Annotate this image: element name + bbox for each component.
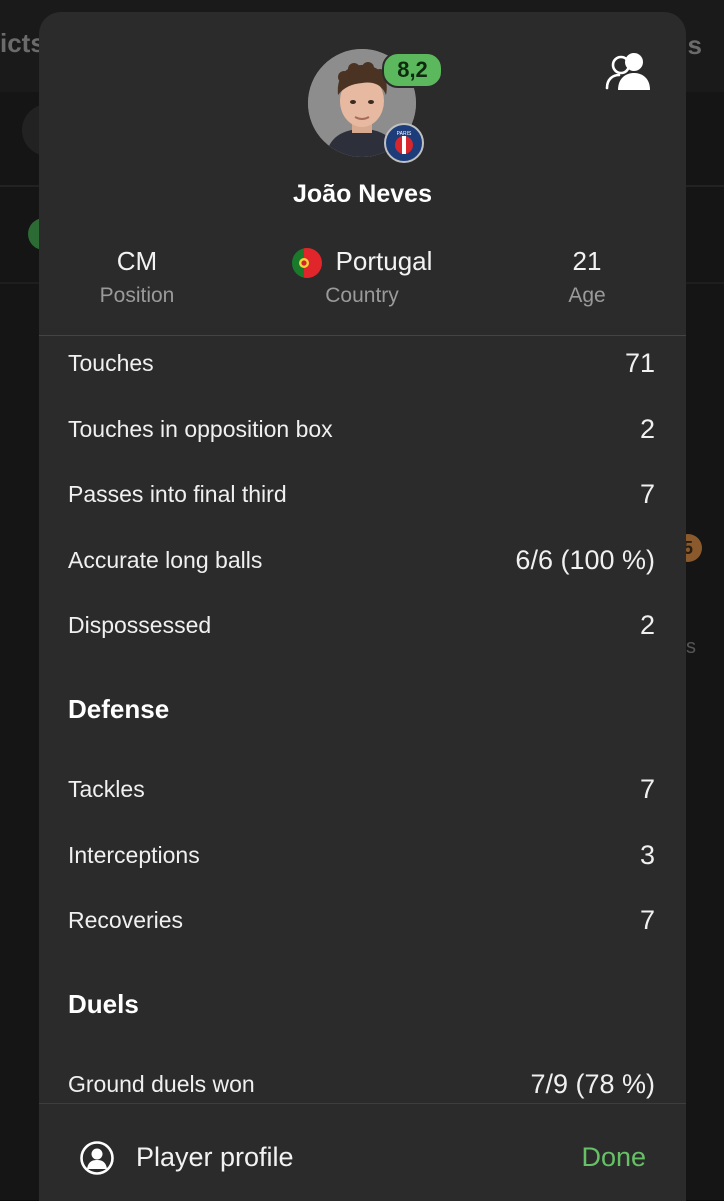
stat-label: Touches in opposition box <box>68 415 333 442</box>
player-header: 8,2 PARIS João Neves CM Position Portuga… <box>39 12 686 335</box>
stat-label: Recoveries <box>68 907 184 934</box>
stat-value: 3 <box>639 839 655 870</box>
stat-label: Interceptions <box>68 841 200 868</box>
stat-row: Accurate long balls 6/6 (100 %) <box>39 533 686 599</box>
background-letter: s <box>686 636 696 658</box>
done-button[interactable]: Done <box>581 1142 646 1173</box>
sheet-footer: Player profile Done <box>39 1103 686 1201</box>
section-title: Defense <box>68 693 170 724</box>
stat-label: Passes into final third <box>68 481 287 508</box>
club-logo-text: PARIS <box>397 131 412 137</box>
stat-label: Accurate long balls <box>68 546 263 573</box>
age-value: 21 <box>572 246 602 276</box>
stat-value: 7 <box>639 479 655 510</box>
stats-list[interactable]: Touches 71 Touches in opposition box 2 P… <box>39 336 686 1122</box>
duels-section-header: Duels <box>39 959 686 1057</box>
stat-label: Tackles <box>68 775 145 802</box>
country-label: Country <box>325 284 399 307</box>
position-label: Position <box>99 284 175 307</box>
country-info: Portugal Country <box>262 244 462 308</box>
stat-value: 7 <box>639 773 655 804</box>
stat-row: Recoveries 7 <box>39 893 686 959</box>
portugal-flag-icon <box>291 248 322 279</box>
player-stats-sheet: 8,2 PARIS João Neves CM Position Portuga… <box>39 12 686 1200</box>
stat-row: Touches 71 <box>39 336 686 402</box>
person-circle-icon[interactable] <box>79 1140 115 1176</box>
country-value: Portugal <box>335 246 433 276</box>
position-value: CM <box>116 246 158 276</box>
player-profile-button[interactable]: Player profile <box>136 1142 294 1173</box>
player-avatar-group: 8,2 PARIS <box>308 49 443 163</box>
age-info: 21 Age <box>487 244 686 308</box>
stat-value: 2 <box>639 610 655 641</box>
stat-value: 7 <box>639 905 655 936</box>
player-rating-badge: 8,2 <box>382 52 443 88</box>
stat-row: Touches in opposition box 2 <box>39 402 686 468</box>
defense-section-header: Defense <box>39 664 686 762</box>
player-name: João Neves <box>293 180 432 208</box>
compare-players-icon <box>605 53 650 90</box>
background-tab-right: s <box>687 30 702 60</box>
stat-label: Ground duels won <box>68 1070 255 1097</box>
stat-row: Tackles 7 <box>39 762 686 828</box>
club-logo-icon: PARIS <box>384 123 424 163</box>
stat-row: Passes into final third 7 <box>39 467 686 533</box>
age-label: Age <box>568 284 606 307</box>
stat-value: 6/6 (100 %) <box>515 544 655 575</box>
stat-label: Touches <box>68 350 154 376</box>
stat-row: Interceptions 3 <box>39 828 686 894</box>
stat-label: Dispossessed <box>68 612 212 639</box>
stat-value: 2 <box>639 413 655 444</box>
compare-players-button[interactable] <box>604 48 656 96</box>
position-info: CM Position <box>39 244 237 308</box>
section-title: Duels <box>68 988 139 1019</box>
stat-value: 71 <box>624 348 655 378</box>
stat-row: Dispossessed 2 <box>39 598 686 664</box>
stat-value: 7/9 (78 %) <box>530 1068 655 1099</box>
